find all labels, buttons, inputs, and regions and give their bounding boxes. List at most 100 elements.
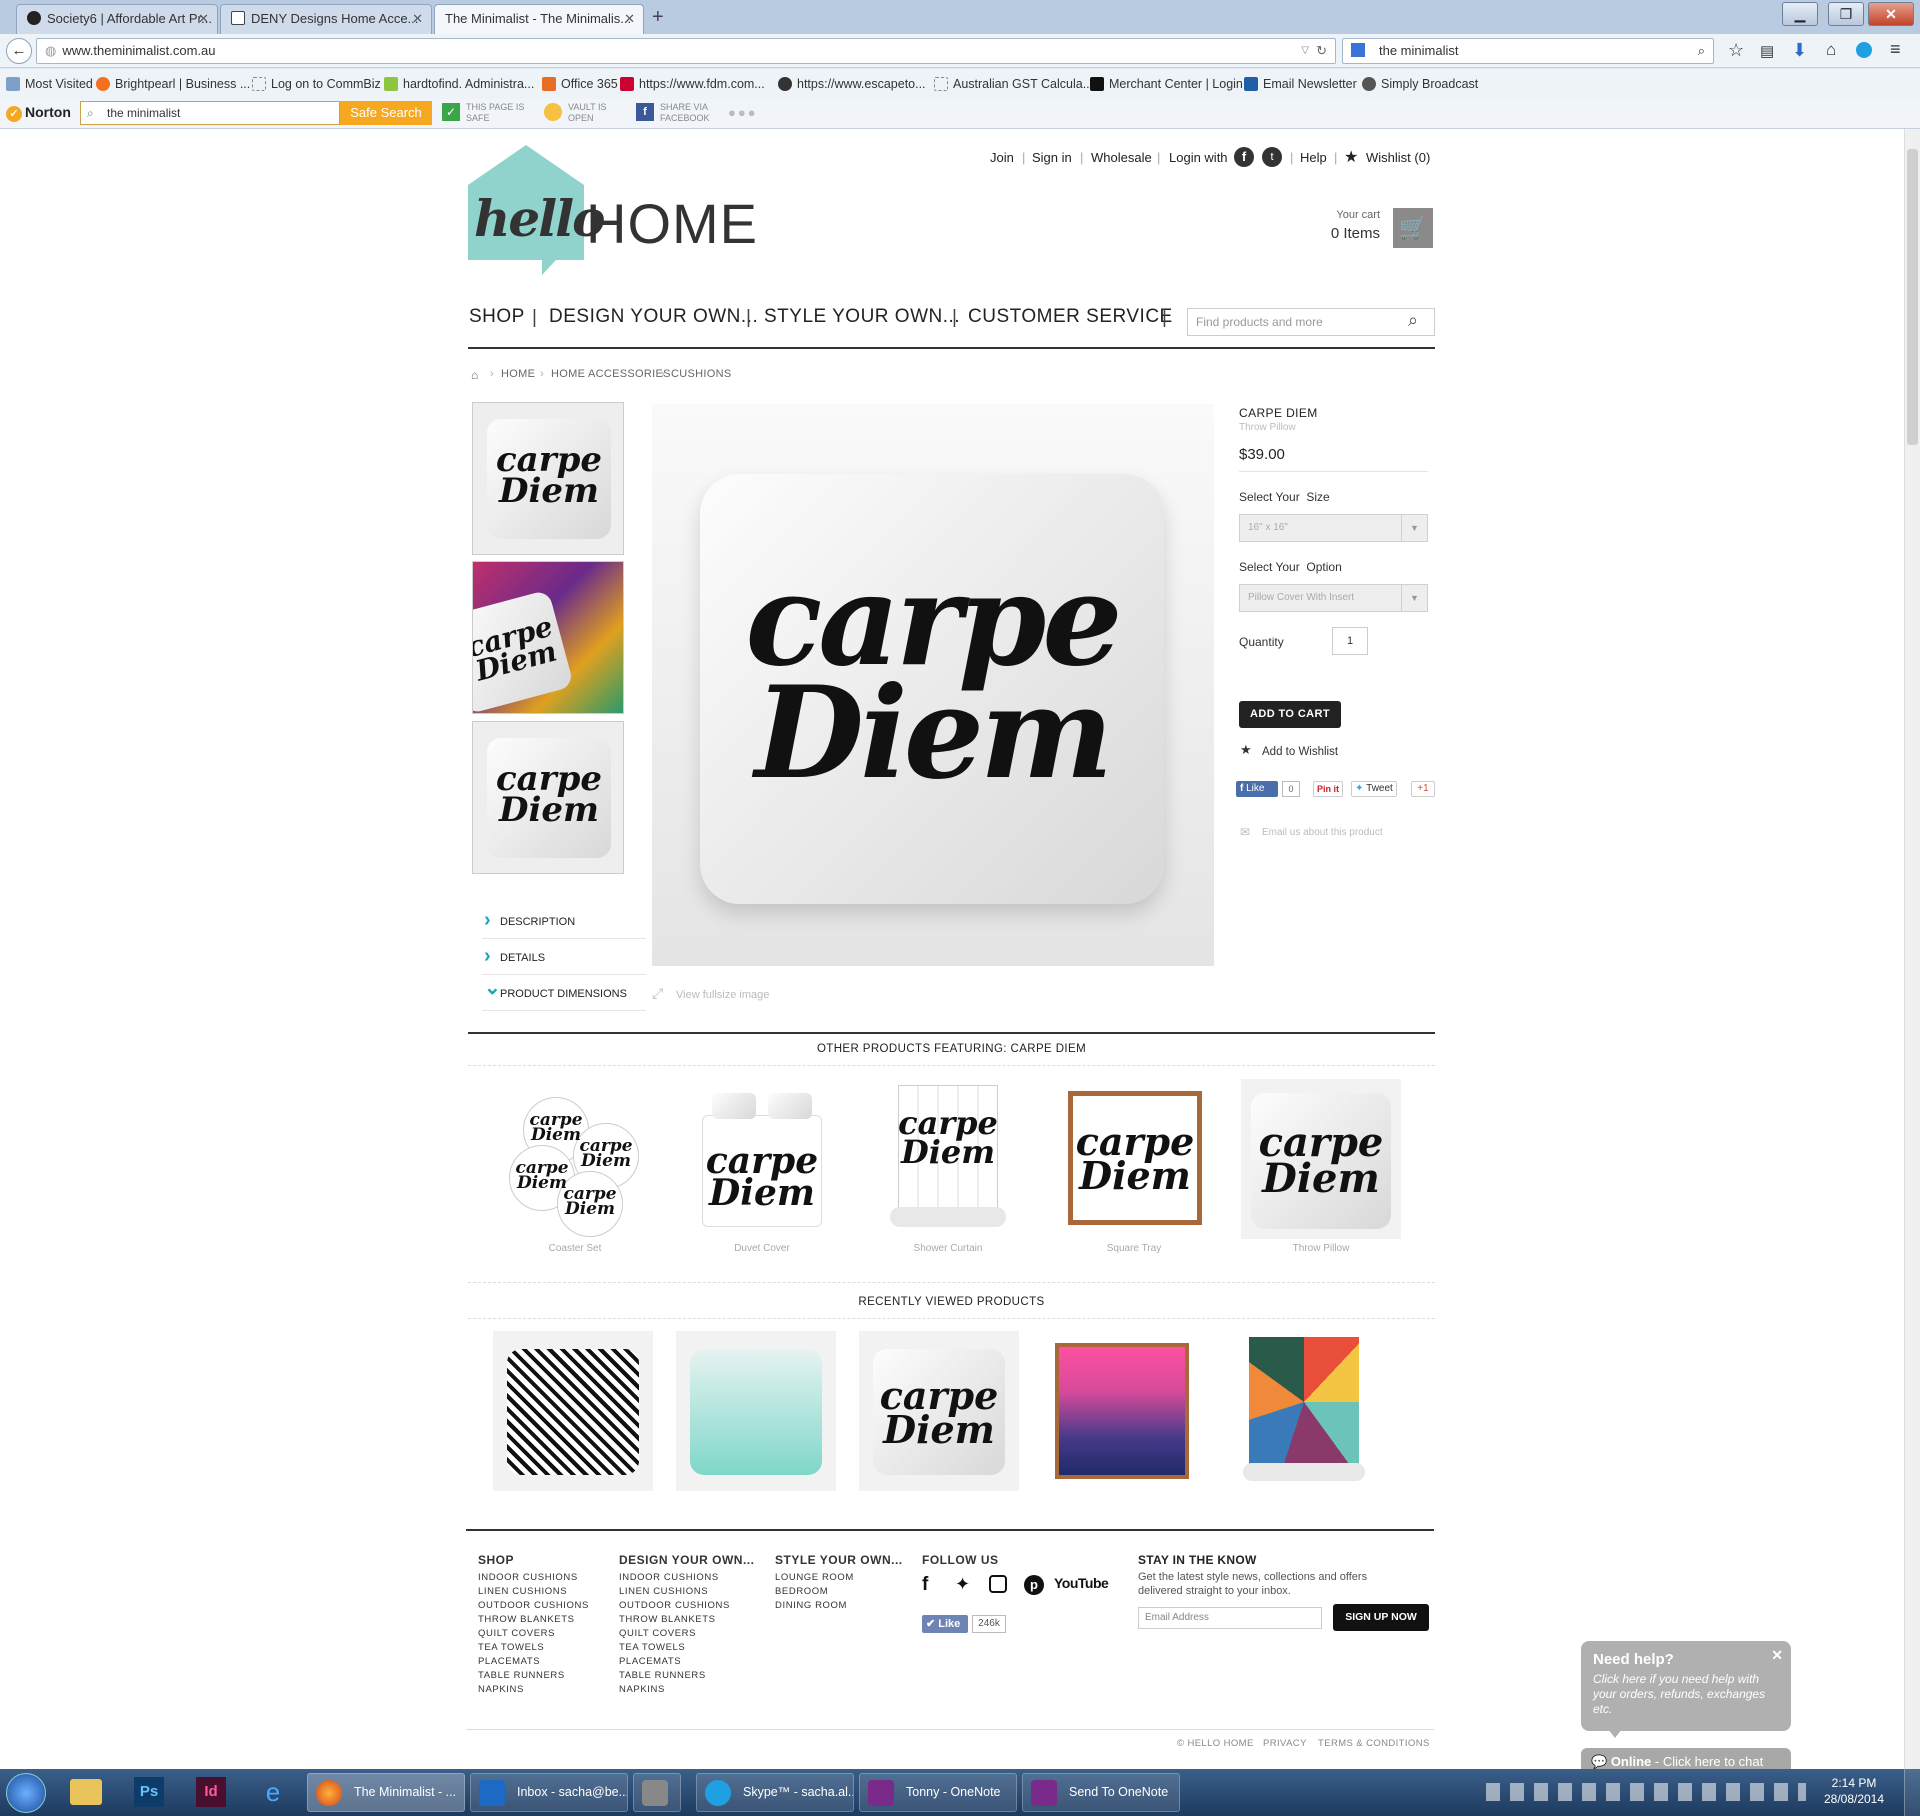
wishlist-link[interactable]: Wishlist (0)	[1366, 150, 1430, 165]
indesign-icon[interactable]: Id	[196, 1777, 226, 1807]
bookmark-email-newsletter[interactable]: Email Newsletter	[1244, 77, 1357, 91]
system-tray-icons[interactable]	[1486, 1783, 1806, 1801]
dropdown-arrow-icon[interactable]: ▽	[1301, 39, 1309, 63]
bookmarks-list-icon[interactable]: ▤	[1760, 42, 1774, 60]
footer-design-link[interactable]: PLACEMATS	[619, 1655, 754, 1669]
restore-window-icon[interactable]: ❐	[1828, 2, 1864, 26]
main-product-image[interactable]: carpe Diem	[652, 404, 1214, 966]
quantity-input[interactable]: 1	[1332, 627, 1368, 655]
footer-shop-link[interactable]: PLACEMATS	[478, 1655, 589, 1669]
photoshop-icon[interactable]: Ps	[134, 1777, 164, 1807]
close-tab-icon[interactable]: ✕	[412, 5, 423, 33]
accordion-details[interactable]: DETAILS	[482, 939, 646, 975]
footer-design-link[interactable]: TABLE RUNNERS	[619, 1669, 754, 1683]
bookmark-fdm[interactable]: https://www.fdm.com...	[620, 77, 765, 91]
nav-shop[interactable]: SHOP	[469, 306, 525, 328]
footer-shop-link[interactable]: THROW BLANKETS	[478, 1613, 589, 1627]
show-desktop-button[interactable]	[1904, 1769, 1920, 1816]
throw-pillow-label[interactable]: Throw Pillow	[1241, 1243, 1401, 1254]
product-thumbnail-1[interactable]: carpe Diem	[472, 402, 624, 555]
close-icon[interactable]: ✕	[1771, 1647, 1783, 1664]
taskbar-onenote[interactable]: Tonny - OneNote	[859, 1773, 1017, 1812]
close-tab-icon[interactable]: ✕	[624, 5, 635, 33]
footer-design-link[interactable]: THROW BLANKETS	[619, 1613, 754, 1627]
wholesale-link[interactable]: Wholesale	[1091, 150, 1152, 165]
privacy-link[interactable]: PRIVACY	[1263, 1738, 1307, 1749]
nav-style-your-own[interactable]: STYLE YOUR OWN...	[764, 306, 960, 328]
browser-tab-society6[interactable]: Society6 | Affordable Art Pr... ✕	[16, 4, 218, 34]
twitter-login-icon[interactable]: t	[1262, 147, 1282, 167]
site-logo[interactable]: hello	[468, 145, 606, 275]
add-to-cart-button[interactable]: ADD TO CART	[1239, 701, 1341, 728]
menu-icon[interactable]: ≡	[1890, 39, 1901, 60]
bookmark-gst-calculator[interactable]: Australian GST Calcula...	[934, 77, 1093, 91]
browser-tab-deny[interactable]: DENY Designs Home Acce... ✕	[220, 4, 432, 34]
square-tray-label[interactable]: Square Tray	[1054, 1243, 1214, 1254]
email-product-link[interactable]: Email us about this product	[1262, 827, 1383, 838]
page-safe-status[interactable]: THIS PAGE IS SAFE	[466, 102, 524, 124]
footer-style-link[interactable]: BEDROOM	[775, 1585, 903, 1599]
footer-shop-link[interactable]: NAPKINS	[478, 1683, 589, 1697]
site-search-input[interactable]: Find products and more	[1187, 308, 1435, 336]
browser-tab-minimalist[interactable]: The Minimalist - The Minimalis... ✕	[434, 4, 644, 34]
product-thumbnail-2[interactable]: carpe Diem	[472, 561, 624, 714]
chat-help-popup[interactable]: Need help? Click here if you need help w…	[1581, 1641, 1791, 1731]
footer-shop-link[interactable]: LINEN CUSHIONS	[478, 1585, 589, 1599]
facebook-like-button[interactable]: f Like	[1236, 781, 1278, 797]
breadcrumb-home[interactable]: HOME	[501, 368, 535, 380]
home-icon[interactable]: ⌂	[1826, 40, 1836, 60]
other-product-throw-pillow[interactable]: carpe Diem	[1241, 1079, 1401, 1239]
footer-shop-link[interactable]: TEA TOWELS	[478, 1641, 589, 1655]
terms-link[interactable]: TERMS & CONDITIONS	[1318, 1738, 1430, 1749]
bookmark-simply-broadcast[interactable]: Simply Broadcast	[1362, 77, 1478, 91]
accordion-product-dimensions[interactable]: PRODUCT DIMENSIONS	[482, 971, 646, 1011]
cart-icon[interactable]: 🛒	[1393, 208, 1433, 248]
footer-shop-link[interactable]: OUTDOOR CUSHIONS	[478, 1599, 589, 1613]
view-fullsize-link[interactable]: View fullsize image	[676, 989, 769, 1001]
search-icon[interactable]: ⌕	[1408, 310, 1418, 331]
other-product-coaster-set[interactable]: carpe Diem carpe Diem carpe Diem carpe Diem	[495, 1079, 655, 1239]
breadcrumb-home-accessories[interactable]: HOME ACCESSORIES	[551, 368, 671, 380]
recent-product-striped-pillow[interactable]	[493, 1331, 653, 1491]
back-arrow-icon[interactable]: ←	[6, 38, 32, 64]
search-icon[interactable]: ⌕	[1698, 39, 1705, 63]
new-tab-icon[interactable]: +	[652, 6, 664, 29]
vertical-scrollbar[interactable]	[1904, 129, 1920, 1769]
bookmark-brightpearl[interactable]: Brightpearl | Business ...	[96, 77, 250, 91]
facebook-icon[interactable]: f	[922, 1574, 928, 1596]
coaster-set-label[interactable]: Coaster Set	[495, 1243, 655, 1254]
footer-design-link[interactable]: LINEN CUSHIONS	[619, 1585, 754, 1599]
shower-curtain-label[interactable]: Shower Curtain	[868, 1243, 1028, 1254]
recent-product-geometric-curtain[interactable]	[1225, 1331, 1385, 1491]
more-dots-icon[interactable]: ●●●	[728, 105, 758, 120]
cart-items[interactable]: 0 Items	[1290, 225, 1380, 242]
minimize-window-icon[interactable]: ▁	[1782, 2, 1818, 26]
help-link[interactable]: Help	[1300, 150, 1327, 165]
newsletter-email-input[interactable]: Email Address	[1138, 1607, 1322, 1629]
share-facebook[interactable]: SHARE VIA FACEBOOK	[660, 102, 710, 124]
footer-shop-link[interactable]: TABLE RUNNERS	[478, 1669, 589, 1683]
skype-icon[interactable]	[1856, 42, 1872, 58]
taskbar-outlook[interactable]: Inbox - sacha@be...	[470, 1773, 628, 1812]
footer-style-link[interactable]: DINING ROOM	[775, 1599, 903, 1613]
expand-icon[interactable]: ⤢	[652, 985, 663, 1002]
youtube-icon[interactable]: YouTube	[1054, 1575, 1109, 1591]
other-product-duvet-cover[interactable]: carpe Diem	[682, 1079, 842, 1239]
duvet-cover-label[interactable]: Duvet Cover	[682, 1243, 842, 1254]
twitter-icon[interactable]: ✦	[955, 1574, 970, 1595]
bookmark-escapeto[interactable]: https://www.escapeto...	[778, 77, 926, 91]
taskbar-skype[interactable]: Skype™ - sacha.al...	[696, 1773, 854, 1812]
recent-product-mint-pillow[interactable]	[676, 1331, 836, 1491]
footer-design-link[interactable]: INDOOR CUSHIONS	[619, 1571, 754, 1585]
close-tab-icon[interactable]: ✕	[198, 5, 209, 33]
breadcrumb-home-icon[interactable]: ⌂	[471, 368, 479, 382]
google-plus-button[interactable]: +1	[1411, 781, 1435, 797]
bookmark-merchant-center[interactable]: Merchant Center | Login	[1090, 77, 1243, 91]
footer-shop-link[interactable]: INDOOR CUSHIONS	[478, 1571, 589, 1585]
bookmark-commbiz[interactable]: Log on to CommBiz	[252, 77, 381, 91]
explorer-icon[interactable]	[70, 1779, 102, 1805]
taskbar-firefox[interactable]: The Minimalist - ...	[307, 1773, 465, 1812]
add-to-wishlist-link[interactable]: Add to Wishlist	[1262, 746, 1338, 758]
pinterest-icon[interactable]: p	[1024, 1575, 1044, 1595]
bookmark-office365[interactable]: Office 365	[542, 77, 618, 91]
